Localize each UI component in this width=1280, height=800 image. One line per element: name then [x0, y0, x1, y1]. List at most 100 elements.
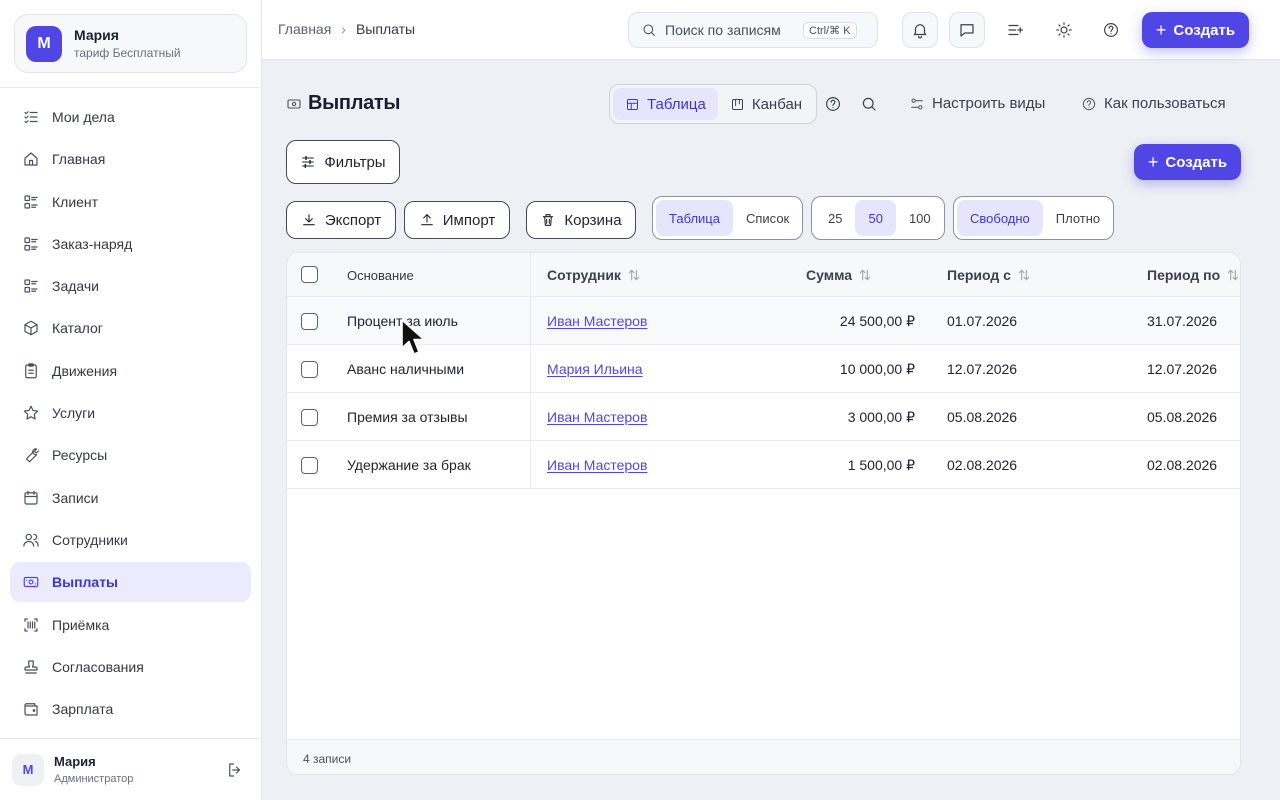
list-check-icon	[24, 111, 38, 124]
mode-list[interactable]: Список	[733, 200, 802, 236]
wrench-icon	[25, 448, 40, 463]
cell-employee-link[interactable]: Иван Мастеров	[547, 409, 647, 425]
select-all-checkbox[interactable]	[301, 266, 318, 283]
page-title-text: Выплаты	[308, 92, 401, 114]
row-checkbox[interactable]	[301, 313, 318, 330]
sun-icon	[1056, 22, 1072, 38]
how-to-use-link[interactable]: Как пользоваться	[1081, 95, 1226, 112]
table-row[interactable]: Удержание за брак Иван Мастеров 1 500,00…	[287, 441, 1240, 489]
sidebar-item-client[interactable]: Клиент	[10, 182, 251, 222]
row-checkbox[interactable]	[301, 409, 318, 426]
bell-icon	[913, 24, 927, 39]
sidebar-item-employees[interactable]: Сотрудники	[10, 520, 251, 560]
views-help-button[interactable]	[824, 95, 842, 113]
column-employee[interactable]: Сотрудник	[547, 267, 641, 283]
cell-basis: Удержание за брак	[347, 457, 471, 473]
logout-icon	[229, 763, 241, 777]
sort-icon	[1227, 269, 1239, 281]
breadcrumb: Главная › Выплаты	[278, 21, 415, 37]
sidebar-item-approvals[interactable]: Согласования	[10, 647, 251, 687]
sidebar-item-label: Зарплата	[52, 701, 114, 718]
page-size-25[interactable]: 25	[815, 200, 855, 236]
notifications-button[interactable]	[902, 12, 938, 48]
sidebar-item-tasks[interactable]: Задачи	[10, 266, 251, 306]
upload-icon	[420, 214, 433, 226]
star-icon	[23, 405, 39, 420]
add-to-list-button[interactable]	[997, 12, 1033, 48]
cell-amount: 10 000,00 ₽	[839, 361, 915, 377]
breadcrumb-current: Выплаты	[355, 21, 416, 37]
search-input[interactable]	[665, 22, 795, 38]
org-plan: тариф Бесплатный	[74, 46, 181, 60]
sidebar-item-catalog[interactable]: Каталог	[10, 308, 251, 348]
create-button[interactable]: + Создать	[1134, 144, 1241, 180]
download-icon	[302, 214, 315, 226]
table-row[interactable]: Аванс наличными Мария Ильина 10 000,00 ₽…	[287, 345, 1240, 393]
configure-views-link[interactable]: Настроить виды	[909, 95, 1045, 112]
page-size-50[interactable]: 50	[855, 200, 896, 236]
tab-table-view[interactable]: Таблица	[613, 88, 718, 120]
column-period-to[interactable]: Период по	[1147, 267, 1240, 283]
logout-button[interactable]	[226, 761, 244, 779]
chevron-right-icon: ›	[341, 21, 346, 37]
import-button[interactable]: Импорт	[404, 201, 510, 239]
view-switcher: Таблица Канбан	[609, 84, 817, 124]
page-size-100[interactable]: 100	[896, 200, 944, 236]
theme-toggle[interactable]	[1046, 12, 1082, 48]
messages-button[interactable]	[949, 12, 985, 48]
tab-kanban-view[interactable]: Канбан	[718, 88, 814, 120]
row-checkbox[interactable]	[301, 457, 318, 474]
cell-employee-link[interactable]: Иван Мастеров	[547, 457, 647, 473]
tab-label: Канбан	[751, 95, 803, 113]
sidebar-item-my-tasks[interactable]: Мои дела	[10, 97, 251, 137]
stamp-icon	[24, 660, 38, 674]
cell-period-from: 05.08.2026	[947, 409, 1018, 425]
cell-employee-link[interactable]: Мария Ильина	[547, 361, 643, 377]
org-switcher[interactable]: М Мария тариф Бесплатный	[14, 14, 247, 73]
sidebar-item-payouts[interactable]: Выплаты	[10, 562, 251, 603]
filters-button[interactable]: Фильтры	[286, 140, 400, 184]
sidebar-item-home[interactable]: Главная	[10, 139, 251, 179]
sidebar-item-movements[interactable]: Движения	[10, 351, 251, 391]
sidebar-item-appointments[interactable]: Записи	[10, 478, 251, 518]
help-button[interactable]	[1093, 12, 1129, 48]
cell-employee-link[interactable]: Иван Мастеров	[547, 313, 647, 329]
table-row[interactable]: Премия за отзывы Иван Мастеров 3 000,00 …	[287, 393, 1240, 441]
records-count: 4 записи	[303, 752, 352, 766]
search-box[interactable]: Ctrl/⌘ K	[628, 12, 878, 48]
mode-table[interactable]: Таблица	[656, 200, 733, 236]
sidebar-item-label: Услуги	[52, 405, 96, 422]
org-avatar: М	[26, 25, 62, 62]
banknote-icon	[23, 577, 39, 588]
sidebar-item-work-order[interactable]: Заказ-наряд	[10, 224, 251, 264]
sidebar-item-label: Приёмка	[52, 616, 110, 633]
export-button[interactable]: Экспорт	[286, 201, 396, 239]
row-checkbox[interactable]	[301, 361, 318, 378]
org-name: Мария	[74, 27, 119, 43]
sidebar-item-services[interactable]: Услуги	[10, 393, 251, 433]
column-basis[interactable]: Основание	[347, 268, 414, 283]
create-label: Создать	[1165, 153, 1228, 171]
wallet-icon	[24, 703, 38, 716]
help-circle-icon	[826, 97, 840, 111]
sidebar-item-resources[interactable]: Ресурсы	[10, 435, 251, 475]
sidebar-item-salary[interactable]: Зарплата	[10, 689, 251, 729]
list-icon	[24, 279, 38, 293]
density-loose[interactable]: Свободно	[957, 200, 1043, 236]
cell-basis: Премия за отзывы	[347, 409, 468, 425]
column-period-from[interactable]: Период с	[947, 267, 1031, 283]
trash-button[interactable]: Корзина	[526, 201, 636, 239]
create-label: Создать	[1173, 21, 1236, 39]
sidebar-divider	[0, 87, 262, 88]
cell-amount: 24 500,00 ₽	[839, 313, 915, 329]
breadcrumb-home[interactable]: Главная	[278, 21, 331, 37]
column-amount[interactable]: Сумма	[806, 267, 872, 283]
chat-icon	[960, 24, 974, 37]
density-compact[interactable]: Плотно	[1043, 200, 1113, 236]
page-search-button[interactable]	[860, 95, 878, 113]
create-button-top[interactable]: + Создать	[1142, 12, 1249, 48]
user-name: Мария	[54, 754, 96, 769]
sidebar-item-receiving[interactable]: Приёмка	[10, 605, 251, 645]
sidebar-nav: Мои дела Главная Клиент Заказ-наряд Зада…	[10, 97, 251, 731]
table-row[interactable]: Процент за июль Иван Мастеров 24 500,00 …	[287, 297, 1240, 345]
